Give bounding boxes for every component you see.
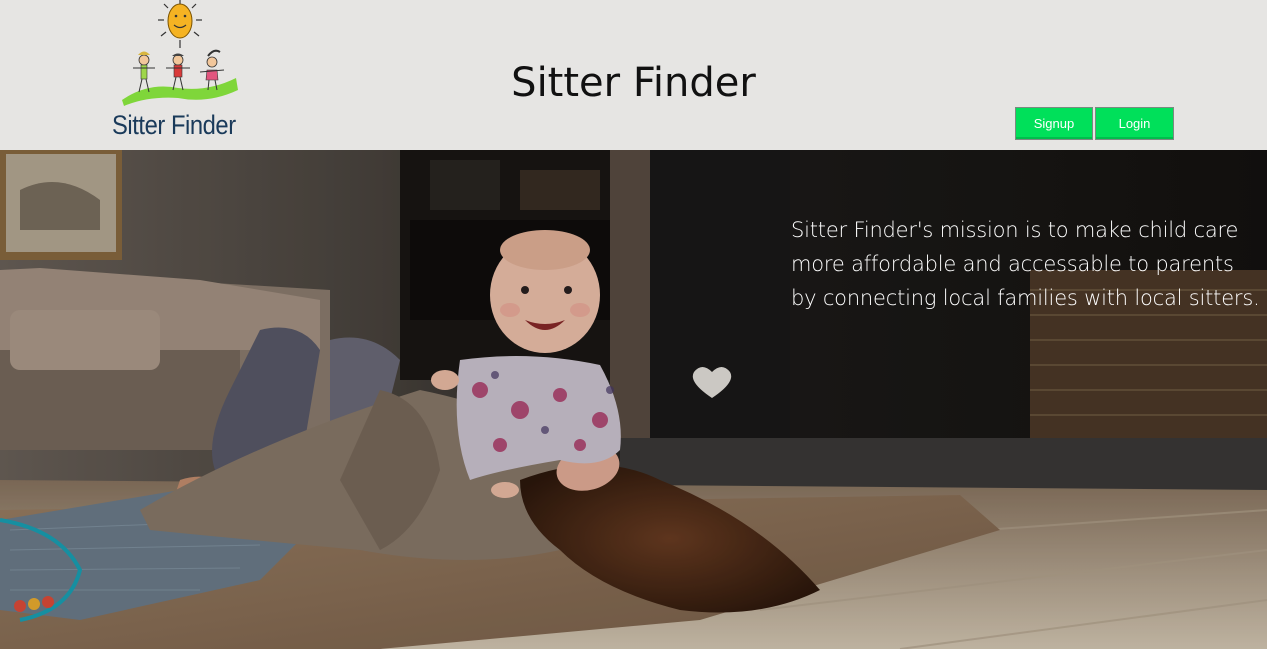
hero-section: Sitter Finder's mission is to make child… (0, 150, 1267, 649)
site-header: Sitter Finder Sitter Finder Signup Login (0, 0, 1267, 150)
logo-wordmark: Sitter Finder (112, 110, 236, 140)
mission-statement: Sitter Finder's mission is to make child… (791, 218, 1260, 310)
auth-buttons: Signup Login (1015, 107, 1174, 140)
page-title: Sitter Finder (511, 60, 756, 106)
signup-button[interactable]: Signup (1015, 107, 1093, 140)
login-button[interactable]: Login (1095, 107, 1174, 140)
